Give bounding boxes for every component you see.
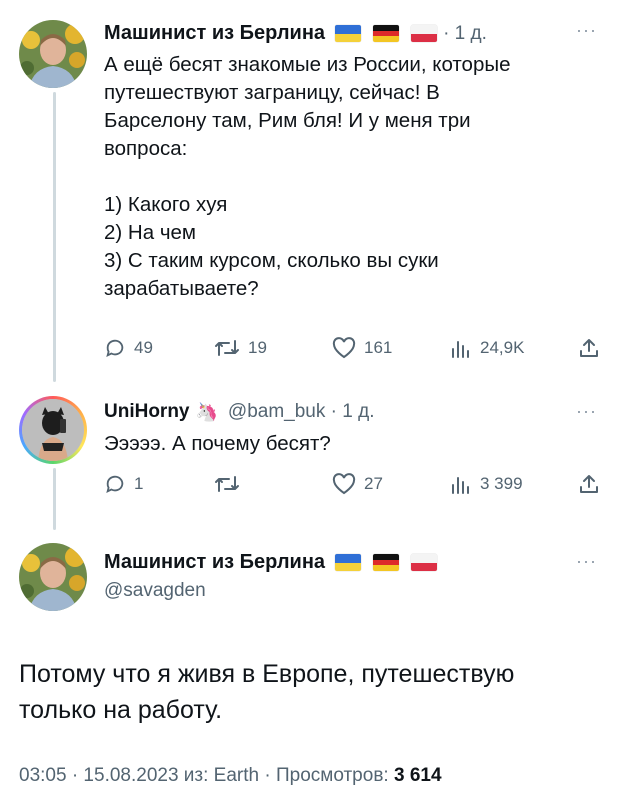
share-button[interactable]: [578, 337, 600, 359]
retweet-count: 19: [248, 338, 267, 357]
reply-button[interactable]: 49: [104, 337, 153, 359]
share-button[interactable]: [578, 473, 600, 495]
reply-count: 1: [134, 474, 144, 493]
share-icon: [580, 475, 598, 493]
share-icon: [580, 339, 598, 357]
retweet-button[interactable]: [214, 473, 248, 495]
flag-list: [335, 25, 438, 42]
thread-line: [53, 92, 56, 382]
more-options-icon[interactable]: ···: [576, 551, 597, 572]
tweet-time[interactable]: · 1 д.: [443, 23, 487, 45]
thread-line: [53, 468, 56, 530]
views-button[interactable]: 3 399: [450, 473, 523, 495]
tweet-header: Машинист из Берлина · 1 д.: [104, 22, 487, 45]
tweet-text: Потому что я живя в Европе, путешествую …: [19, 660, 515, 724]
handle-time[interactable]: @bam_buk · 1 д.: [228, 401, 375, 423]
like-count: 161: [364, 338, 393, 357]
views-icon: [452, 341, 469, 358]
tweet-header: UniHorny 🦄 @bam_buk · 1 д.: [104, 401, 374, 423]
poland-flag-icon: [411, 554, 438, 571]
tweet-actions: 1 27 3 399: [104, 473, 604, 499]
avatar[interactable]: [19, 543, 87, 611]
tweet-header: Машинист из Берлина: [104, 551, 438, 574]
tweet-meta[interactable]: 03:05 · 15.08.2023 из: Earth · Просмотро…: [19, 765, 394, 786]
heart-icon: [332, 337, 356, 359]
poland-flag-icon: [411, 25, 438, 42]
more-options-icon[interactable]: ···: [576, 20, 597, 41]
germany-flag-icon: [373, 25, 400, 42]
views-count: 24,9K: [480, 338, 525, 357]
ukraine-flag-icon: [335, 25, 362, 42]
germany-flag-icon: [373, 554, 400, 571]
heart-icon: [332, 473, 356, 495]
like-button[interactable]: 27: [332, 473, 383, 495]
tweet-text: Эээээ. А почему бесят?: [104, 432, 331, 455]
retweet-button[interactable]: 19: [214, 337, 267, 359]
tweet-text: А ещё бесят знакомые из России, которые …: [104, 53, 511, 300]
retweet-icon: [215, 340, 239, 356]
like-count: 27: [364, 474, 383, 493]
views-button[interactable]: 24,9K: [450, 337, 524, 359]
reply-icon: [106, 339, 124, 358]
reply-button[interactable]: 1: [104, 473, 143, 495]
more-options-icon[interactable]: ···: [576, 401, 597, 422]
views-count: 3 399: [480, 474, 523, 493]
like-button[interactable]: 161: [332, 337, 392, 359]
avatar[interactable]: [19, 20, 87, 88]
unicorn-icon: 🦄: [195, 401, 218, 422]
views-count: 3 614: [393, 765, 442, 786]
flag-list: [335, 554, 438, 571]
retweet-icon: [215, 476, 239, 492]
author-name[interactable]: Машинист из Берлина: [104, 22, 325, 45]
tweet-actions: 49 19 161 24,9K: [104, 337, 604, 363]
views-icon: [452, 477, 469, 494]
ukraine-flag-icon: [335, 554, 362, 571]
reply-count: 49: [134, 338, 153, 357]
author-name[interactable]: UniHorny: [104, 401, 190, 423]
tweet-footer: 03:05 · 15.08.2023 из: Earth · Просмотро…: [19, 765, 442, 787]
author-handle[interactable]: @savagden: [104, 580, 206, 602]
reply-icon: [106, 475, 124, 494]
avatar[interactable]: [19, 396, 87, 464]
author-name[interactable]: Машинист из Берлина: [104, 551, 325, 574]
